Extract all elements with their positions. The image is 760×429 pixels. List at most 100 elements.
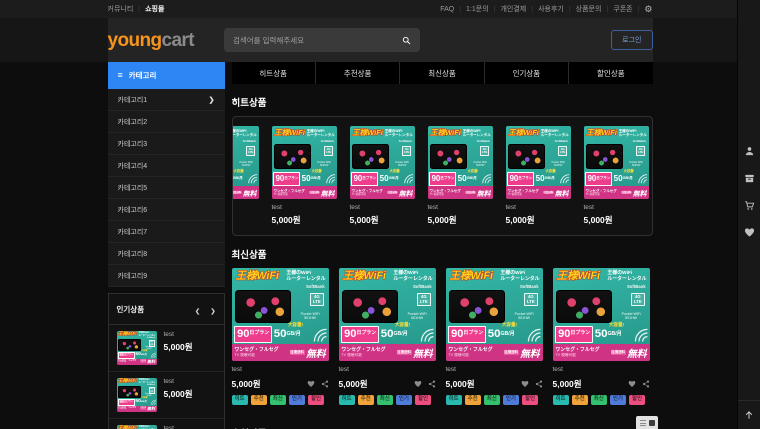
product-image[interactable]: 王様WiFi 王様のWiFiルーターレンタル SoftBank 4GLTE Po… [339, 268, 436, 361]
product-name[interactable]: test [428, 204, 493, 212]
product-name[interactable]: test [446, 366, 543, 374]
product-name[interactable]: test [553, 366, 650, 374]
product-card[interactable]: 王様WiFi 王様のWiFiルーターレンタル SoftBank 4GLTE Po… [446, 268, 543, 405]
product-image[interactable]: 王様WiFi 王様のWiFiルーターレンタル SoftBank 4GLTE Po… [232, 126, 259, 199]
ad-carrier: SoftBank [633, 139, 646, 143]
sidebar-category-item[interactable]: 카테고리3 [108, 133, 225, 155]
product-name: test [164, 378, 193, 386]
sidebar-category-item[interactable]: 카테고리6 [108, 199, 225, 221]
topbar-link[interactable]: 쿠폰존 [613, 4, 632, 14]
ad-device-model: Pocket WiFi 501HW [470, 161, 490, 168]
my-page-button[interactable] [744, 146, 755, 157]
grid-view-icon[interactable] [649, 420, 655, 426]
scroll-top-button[interactable] [738, 400, 760, 429]
product-name[interactable]: test [232, 366, 329, 374]
share-icon [535, 380, 543, 388]
product-card[interactable]: 王様WiFi 王様のWiFiルーターレンタル SoftBank 4GLTE Po… [506, 126, 571, 225]
ad-feature-text: ワンセグ・フルセグTV 視聴可能 [351, 189, 382, 196]
share-button[interactable] [535, 380, 543, 388]
sidebar-category-item[interactable]: 카테고리8 [108, 243, 225, 265]
heart-icon [521, 380, 529, 388]
tab-recommend[interactable]: 추천상품 [316, 62, 400, 84]
sidebar-category-item[interactable]: 카테고리5 [108, 177, 225, 199]
wishlist-button[interactable] [744, 227, 755, 238]
product-card[interactable]: 王様WiFi 王様のWiFiルーターレンタル SoftBank 4GLTE Po… [232, 126, 259, 225]
topbar-link[interactable]: 사용후기 [538, 4, 564, 14]
product-name[interactable]: test [506, 204, 571, 212]
cart-button[interactable] [744, 200, 755, 211]
tab-popular[interactable]: 인기상품 [485, 62, 569, 84]
product-image[interactable]: 王様WiFi 王様のWiFiルーターレンタル SoftBank 4GLTE Po… [506, 126, 571, 199]
popular-next-button[interactable]: ❯ [210, 309, 215, 315]
tab-hit[interactable]: 히트상품 [232, 62, 316, 84]
wishlist-button[interactable] [414, 380, 422, 388]
product-card[interactable]: 王様WiFi 王様のWiFiルーターレンタル SoftBank 4GLTE Po… [272, 126, 337, 225]
tab-new[interactable]: 최신상품 [400, 62, 484, 84]
person-icon [744, 146, 755, 157]
category-header[interactable]: ≡ 카테고리 [108, 62, 225, 89]
product-price: 5,000원 [232, 216, 259, 225]
product-price: 5,000원 [584, 216, 649, 225]
product-image[interactable]: 王様WiFi 王様のWiFiルーターレンタル SoftBank 4GLTE Po… [272, 126, 337, 199]
share-icon [642, 380, 650, 388]
topbar-link[interactable]: FAQ [440, 6, 454, 13]
product-card[interactable]: 王様WiFi 王様のWiFiルーターレンタル SoftBank 4GLTE Po… [584, 126, 649, 225]
product-name[interactable]: test [350, 204, 415, 212]
product-name[interactable]: test [232, 204, 259, 212]
search-icon[interactable] [402, 36, 411, 45]
sidebar-category-item[interactable]: 카테고리7 [108, 221, 225, 243]
wifi-signal-icon [419, 327, 433, 341]
topbar-link[interactable]: 개인결제 [500, 4, 526, 14]
product-image[interactable]: 王様WiFi 王様のWiFiルーターレンタル SoftBank 4GLTE Po… [428, 126, 493, 199]
gear-icon[interactable]: ⚙ [644, 5, 652, 14]
product-card[interactable]: 王様WiFi 王様のWiFiルーターレンタル SoftBank 4GLTE Po… [553, 268, 650, 405]
order-box-button[interactable] [744, 173, 755, 184]
ad-device-model: Pocket WiFi 501HW [617, 312, 646, 321]
wishlist-button[interactable] [521, 380, 529, 388]
product-image[interactable]: 王様WiFi 王様のWiFiルーターレンタル SoftBank 4GLTE Po… [117, 378, 157, 412]
product-image[interactable]: 王様WiFi 王様のWiFiルーターレンタル SoftBank 4GLTE Po… [117, 331, 157, 365]
popular-product-item[interactable]: 王様WiFi 王様のWiFiルーターレンタル SoftBank 4GLTE Po… [109, 419, 224, 429]
ad-data-amount: 大容量!50GB/月 [595, 326, 624, 344]
product-card[interactable]: 王様WiFi 王様のWiFiルーターレンタル SoftBank 4GLTE Po… [339, 268, 436, 405]
product-name[interactable]: test [272, 204, 337, 212]
share-button[interactable] [321, 380, 329, 388]
share-button[interactable] [642, 380, 650, 388]
topbar-link[interactable]: 상품문의 [576, 4, 602, 14]
ad-plan-badge: 90日プラン [234, 326, 271, 344]
view-toggle[interactable] [636, 416, 658, 429]
heart-icon [414, 380, 422, 388]
product-card[interactable]: 王様WiFi 王様のWiFiルーターレンタル SoftBank 4GLTE Po… [232, 268, 329, 405]
list-view-icon[interactable] [640, 420, 646, 426]
product-card[interactable]: 王様WiFi 王様のWiFiルーターレンタル SoftBank 4GLTE Po… [350, 126, 415, 225]
product-name[interactable]: test [339, 366, 436, 374]
product-image[interactable]: 王様WiFi 王様のWiFiルーターレンタル SoftBank 4GLTE Po… [232, 268, 329, 361]
tab-discount[interactable]: 할인상품 [569, 62, 652, 84]
wishlist-button[interactable] [628, 380, 636, 388]
topbar-link-shop[interactable]: 쇼핑몰 [145, 4, 164, 14]
product-image[interactable]: 王様WiFi 王様のWiFiルーターレンタル SoftBank 4GLTE Po… [553, 268, 650, 361]
product-image[interactable]: 王様WiFi 王様のWiFiルーターレンタル SoftBank 4GLTE Po… [350, 126, 415, 199]
product-name[interactable]: test [584, 204, 649, 212]
search-input[interactable] [233, 36, 402, 45]
topbar-link-community[interactable]: 커뮤니티 [108, 4, 134, 14]
ad-free-shipping: 往復送料無料 [387, 188, 412, 198]
product-image[interactable]: 王様WiFi 王様のWiFiルーターレンタル SoftBank 4GLTE Po… [446, 268, 543, 361]
sidebar-category-item[interactable]: 카테고리4 [108, 155, 225, 177]
popular-prev-button[interactable]: ❮ [195, 309, 200, 315]
popular-product-item[interactable]: 王様WiFi 王様のWiFiルーターレンタル SoftBank 4GLTE Po… [109, 372, 224, 419]
login-button[interactable]: 로그인 [611, 30, 652, 50]
popular-product-item[interactable]: 王様WiFi 王様のWiFiルーターレンタル SoftBank 4GLTE Po… [109, 325, 224, 372]
share-button[interactable] [428, 380, 436, 388]
product-image[interactable]: 王様WiFi 王様のWiFiルーターレンタル SoftBank 4GLTE Po… [584, 126, 649, 199]
product-card[interactable]: 王様WiFi 王様のWiFiルーターレンタル SoftBank 4GLTE Po… [428, 126, 493, 225]
sidebar-category-item[interactable]: 카테고리9 [108, 265, 225, 287]
product-image[interactable]: 王様WiFi 王様のWiFiルーターレンタル SoftBank 4GLTE Po… [117, 425, 157, 429]
ad-carrier: SoftBank [520, 284, 539, 289]
sidebar-category-item[interactable]: 카테고리2 [108, 111, 225, 133]
sidebar-category-item[interactable]: 카테고리1 ❯ [108, 89, 225, 111]
topbar-link[interactable]: 1:1문의 [466, 4, 489, 14]
logo[interactable]: youngcart [108, 31, 194, 50]
wishlist-button[interactable] [307, 380, 315, 388]
ad-feature-text: ワンセグ・フルセグTV 視聴可能 [429, 189, 460, 196]
